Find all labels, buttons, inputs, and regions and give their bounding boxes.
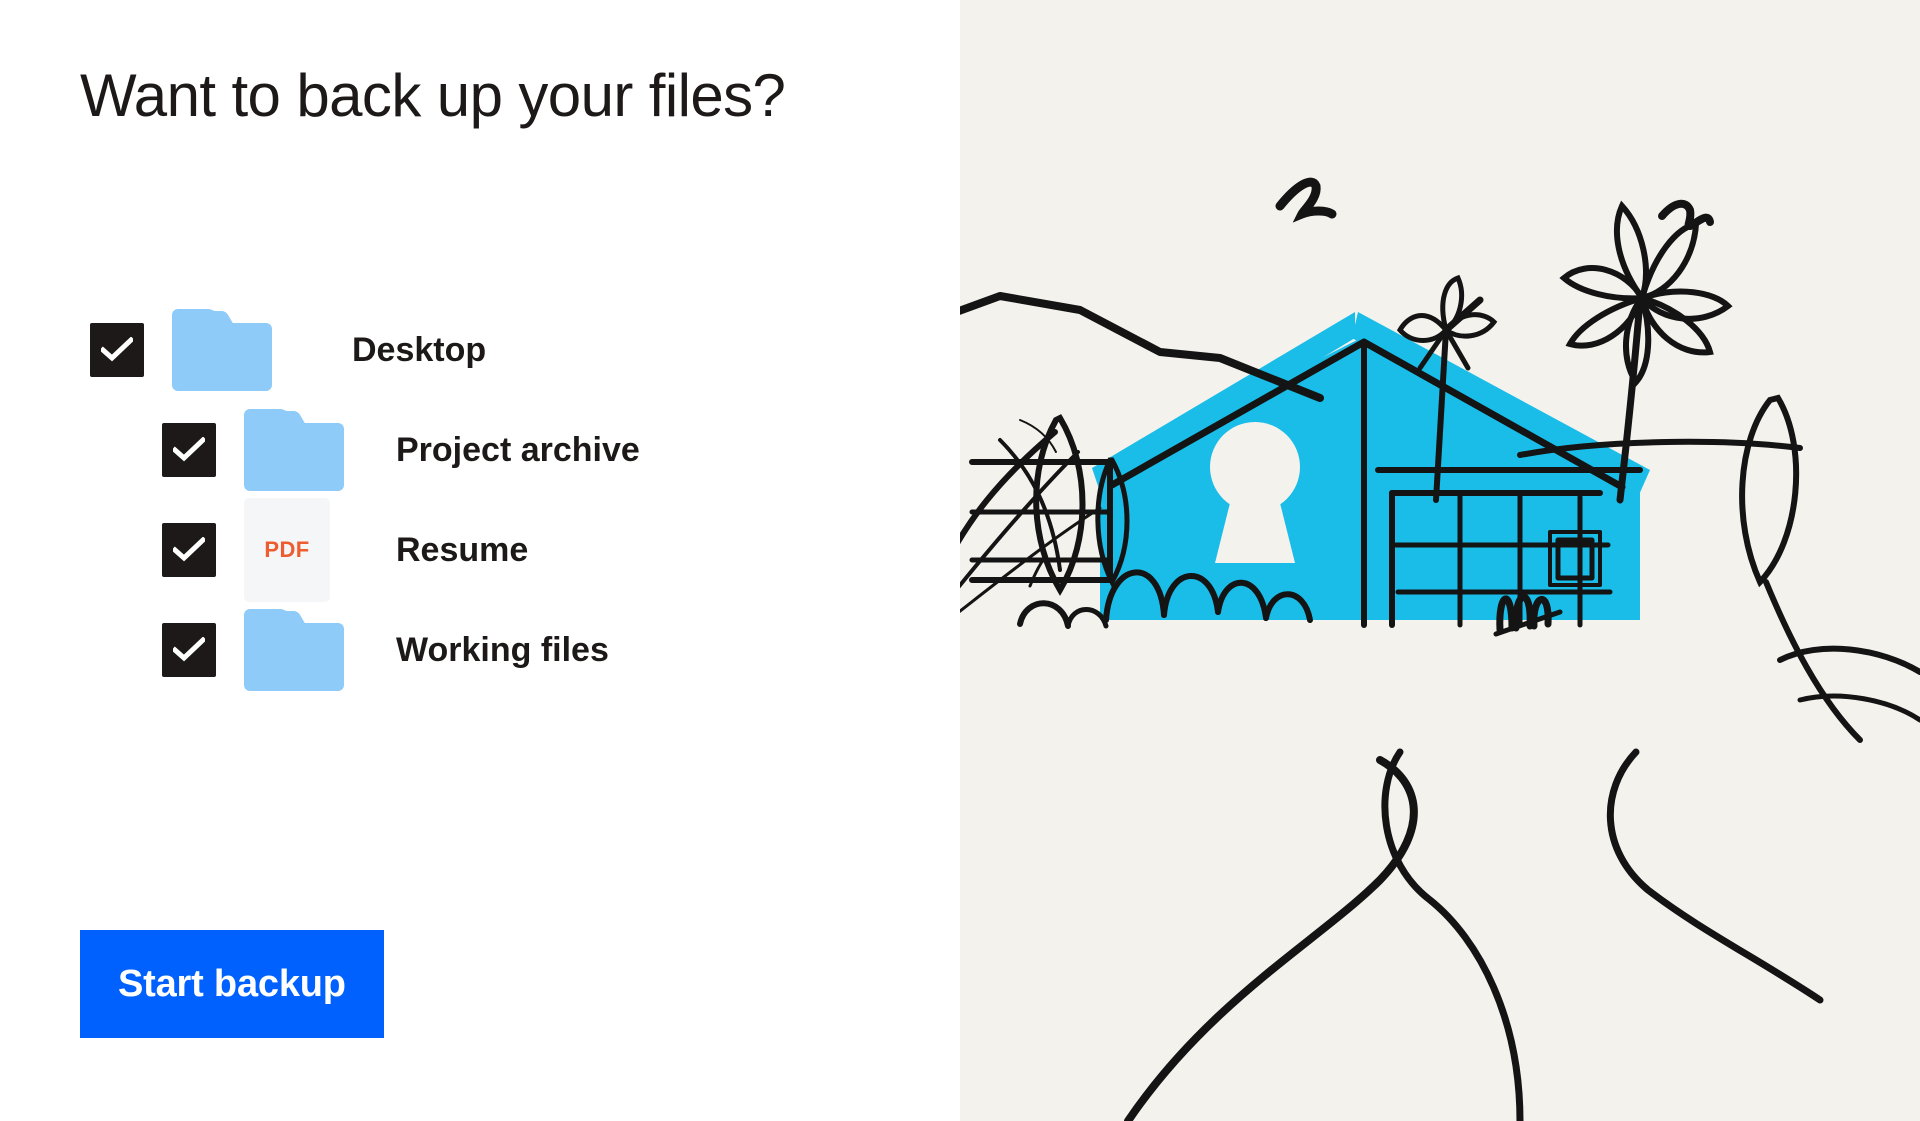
folder-icon [244, 609, 344, 691]
check-icon [173, 437, 205, 462]
bird-scribble-left [1275, 177, 1337, 223]
backup-onboarding-page: Want to back up your files? Desktop Proj… [0, 0, 1920, 1121]
house-with-keyhole-illustration [960, 177, 1920, 1121]
folder-icon [172, 309, 272, 391]
checkbox-project-archive[interactable] [162, 423, 216, 477]
content-panel: Want to back up your files? Desktop Proj… [0, 0, 960, 1121]
icon-slot: PDF [244, 498, 364, 602]
start-backup-button[interactable]: Start backup [80, 930, 384, 1038]
icon-slot [244, 409, 364, 491]
pdf-file-type-label: PDF [264, 537, 310, 562]
backup-file-list: Desktop Project archive PDF Resume Worki… [0, 300, 960, 700]
check-icon [173, 537, 205, 562]
check-icon [101, 337, 133, 362]
keyhole-icon [1210, 422, 1300, 563]
list-item[interactable]: Project archive [0, 400, 960, 500]
pdf-file-icon: PDF [244, 498, 330, 602]
list-item-label: Resume [396, 530, 529, 569]
checkbox-working-files[interactable] [162, 623, 216, 677]
folder-icon [244, 409, 344, 491]
icon-slot [244, 609, 364, 691]
icon-slot [172, 309, 292, 391]
list-item[interactable]: Desktop [0, 300, 960, 400]
list-item-label: Project archive [396, 430, 640, 469]
check-icon [173, 637, 205, 662]
checkbox-desktop[interactable] [90, 323, 144, 377]
checkbox-resume[interactable] [162, 523, 216, 577]
illustration-panel [960, 0, 1920, 1121]
list-item-label: Desktop [352, 330, 487, 369]
path-line-right [1381, 748, 1824, 1121]
path-line-left [1124, 756, 1418, 1121]
page-title: Want to back up your files? [80, 62, 786, 129]
list-item-label: Working files [396, 630, 609, 669]
house-shape [1092, 312, 1650, 620]
bird-scribble-right [1658, 199, 1714, 231]
list-item[interactable]: Working files [0, 600, 960, 700]
list-item[interactable]: PDF Resume [0, 498, 960, 602]
